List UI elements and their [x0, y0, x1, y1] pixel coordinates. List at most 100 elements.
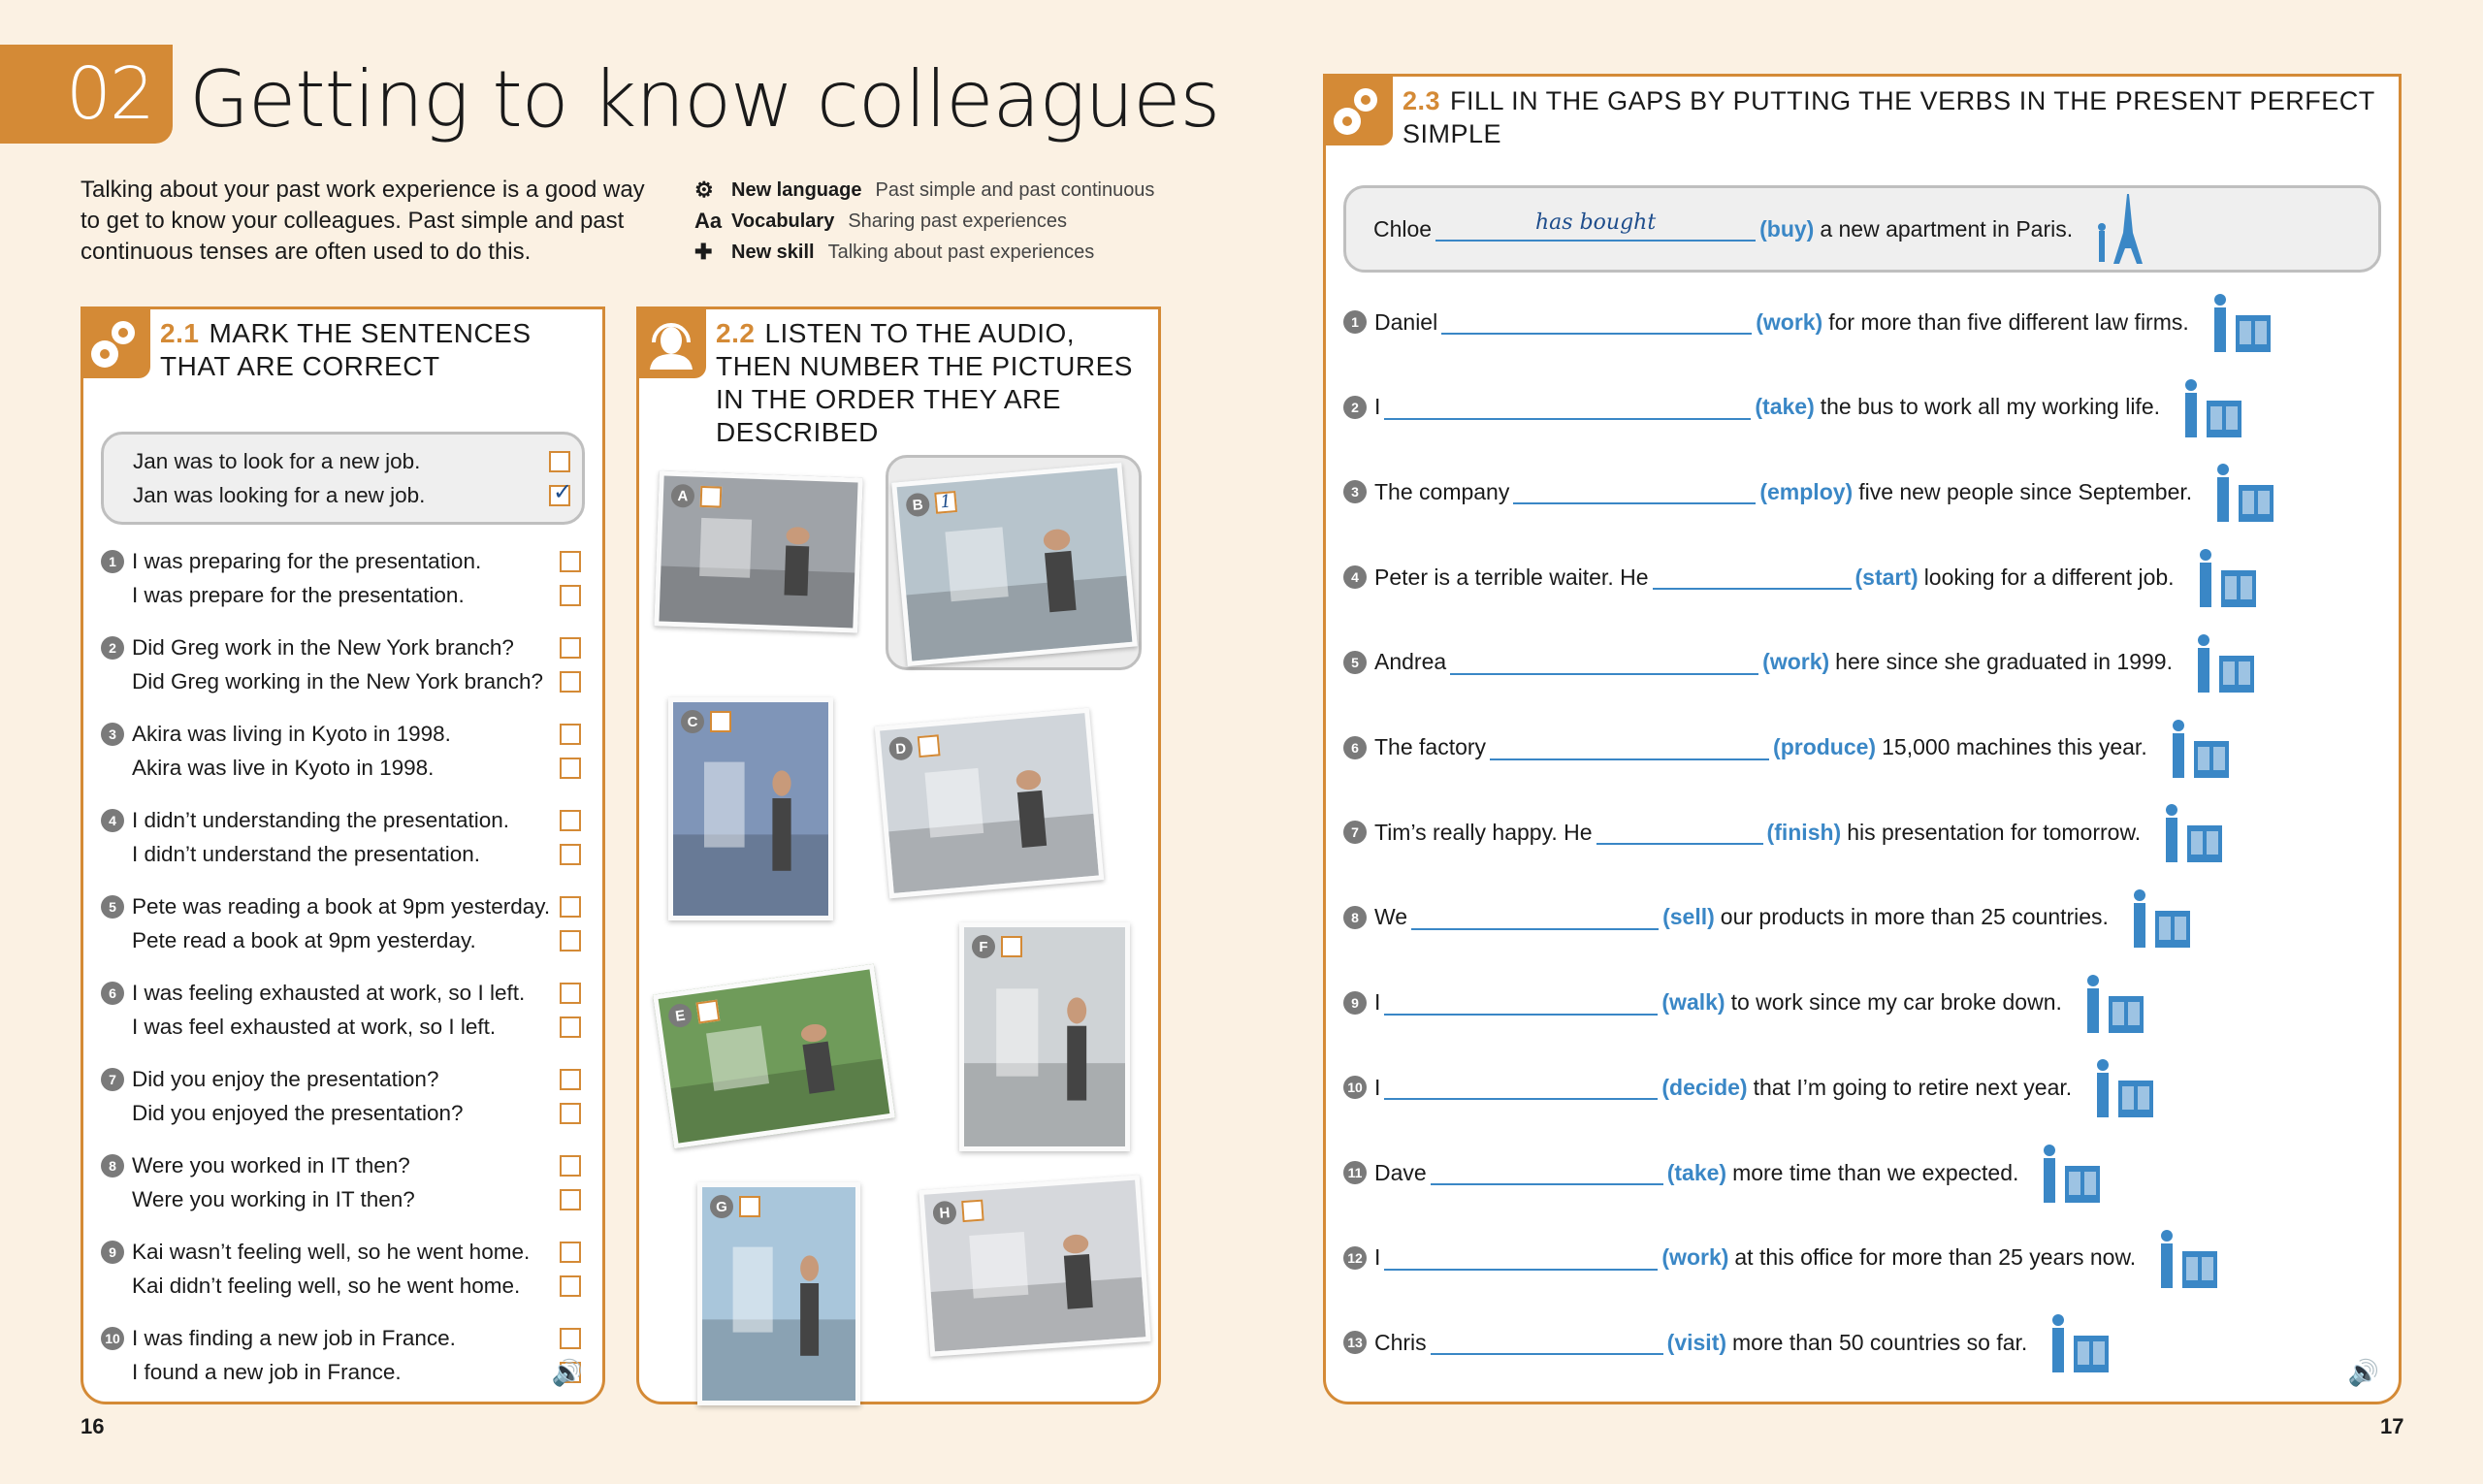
answer-blank[interactable]	[1430, 1160, 1663, 1185]
item-rest: more than 50 countries so far.	[1732, 1329, 2028, 1355]
option-row: 7 Did you enjoy the presentation?	[101, 1062, 581, 1096]
answer-blank[interactable]	[1450, 650, 1759, 675]
question-item: 10 I was finding a new job in France. I f…	[83, 1321, 602, 1389]
scene-illustration	[964, 988, 1125, 1146]
option-a-text: Kai wasn’t feeling well, so he went home…	[132, 1239, 531, 1264]
puzzle-icon: ✚	[694, 240, 713, 264]
checkbox[interactable]	[560, 723, 581, 745]
answer-blank[interactable]	[1652, 565, 1852, 591]
option-b-text: I was prepare for the presentation.	[132, 582, 465, 607]
checkbox[interactable]	[560, 584, 581, 606]
question-number: 8	[101, 1153, 124, 1178]
item-rest: to work since my car broke down.	[1730, 989, 2062, 1016]
checkbox[interactable]	[549, 450, 570, 472]
checkbox[interactable]	[560, 809, 581, 831]
checkbox[interactable]	[560, 929, 581, 952]
exercise-number: 2.2	[716, 318, 756, 348]
scene-illustration	[670, 1023, 890, 1144]
answer-blank[interactable]	[1384, 1075, 1659, 1101]
item-subject: Andrea	[1374, 649, 1447, 675]
picture-order-box[interactable]: 1	[934, 491, 958, 514]
checkbox[interactable]	[560, 982, 581, 1004]
picture-order-box[interactable]	[739, 1196, 760, 1217]
picture-order-box[interactable]	[1001, 936, 1022, 957]
question-list: 1 I was preparing for the presentation. I…	[83, 544, 602, 1389]
answer-blank[interactable]	[1441, 309, 1753, 335]
answer-blank[interactable]	[1596, 820, 1763, 846]
option-a-text: Did Greg work in the New York branch?	[132, 634, 514, 660]
gap-fill-item: 12 I (work) at this office for more than…	[1343, 1226, 2221, 1290]
option-row: 6 I was feeling exhausted at work, so I l…	[101, 976, 581, 1010]
answer-blank[interactable]	[1411, 905, 1660, 930]
picture-order-box[interactable]	[710, 711, 731, 732]
option-a-text: I was feeling exhausted at work, so I le…	[132, 980, 526, 1005]
option-row: 10 I was finding a new job in France.	[101, 1321, 581, 1355]
checkbox[interactable]	[560, 636, 581, 659]
checkbox[interactable]	[560, 1154, 581, 1177]
picture-card: B 1	[891, 462, 1138, 667]
picture-order-box[interactable]	[961, 1199, 984, 1223]
answer-blank[interactable]: has bought	[1435, 210, 1757, 242]
item-number: 5	[1343, 650, 1367, 674]
gap-fill-item: 9 I (walk) to work since my car broke do…	[1343, 971, 2147, 1035]
item-number: 7	[1343, 821, 1367, 845]
gap-fill-item: 5 Andrea (work) here since she graduated…	[1343, 630, 2258, 694]
bus-icon	[2177, 375, 2245, 439]
waiter-icon	[2192, 545, 2260, 609]
question-item: 2 Did Greg work in the New York branch? D…	[83, 630, 602, 698]
option-row: I found a new job in France.	[101, 1355, 581, 1389]
verb-hint: (work)	[1762, 649, 1830, 675]
verb-hint: (start)	[1854, 564, 1919, 590]
gap-fill-item: 1 Daniel (work) for more than five diffe…	[1343, 290, 2274, 354]
hiring-icon	[2209, 460, 2277, 524]
item-number: 9	[1343, 990, 1367, 1015]
option-a-text: I was preparing for the presentation.	[132, 548, 482, 573]
question-item: 7 Did you enjoy the presentation? Did you…	[83, 1062, 602, 1130]
audio-speaker-icon[interactable]: 🔊	[552, 1358, 583, 1388]
exercise-title: FILL IN THE GAPS BY PUTTING THE VERBS IN…	[1403, 86, 2375, 148]
picture-letter: G	[710, 1195, 733, 1218]
answer-blank[interactable]	[1513, 479, 1757, 505]
question-number: 9	[101, 1240, 124, 1264]
scene-illustration	[673, 761, 828, 916]
question-item: 9 Kai wasn’t feeling well, so he went hom…	[83, 1235, 602, 1303]
option-row: 3 Akira was living in Kyoto in 1998.	[101, 717, 581, 751]
option-row: Kai didn’t feeling well, so he went home…	[101, 1269, 581, 1303]
item-subject: The factory	[1374, 734, 1487, 759]
checkbox-checked[interactable]	[549, 478, 572, 506]
page-title: Getting to know colleagues	[189, 54, 1220, 145]
checkbox[interactable]	[560, 1016, 581, 1038]
audio-speaker-icon[interactable]: 🔊	[2348, 1358, 2379, 1388]
picture-card: G	[697, 1182, 860, 1405]
checkbox[interactable]	[560, 1068, 581, 1090]
picture-order-box[interactable]	[917, 734, 941, 758]
checkbox[interactable]	[560, 1102, 581, 1124]
item-subject: Peter is a terrible waiter. He	[1374, 564, 1649, 590]
checkbox[interactable]	[560, 757, 581, 779]
answer-blank[interactable]	[1384, 990, 1659, 1016]
item-rest: at this office for more than 25 years no…	[1734, 1244, 2137, 1271]
question-number: 2	[101, 635, 124, 660]
answer-blank[interactable]	[1430, 1330, 1663, 1356]
question-item: 3 Akira was living in Kyoto in 1998. Akir…	[83, 717, 602, 785]
question-number: 1	[101, 549, 124, 573]
picture-order-box[interactable]	[695, 999, 721, 1024]
option-b-text: Did you enjoyed the presentation?	[132, 1100, 464, 1125]
checkbox[interactable]	[560, 670, 581, 693]
option-row: 9 Kai wasn’t feeling well, so he went hom…	[101, 1235, 581, 1269]
checkbox[interactable]	[560, 1327, 581, 1349]
item-subject: Dave	[1374, 1159, 1427, 1185]
picture-order-box[interactable]	[699, 485, 723, 508]
checkbox[interactable]	[560, 1274, 581, 1297]
answer-blank[interactable]	[1490, 735, 1770, 760]
checkbox[interactable]	[560, 550, 581, 572]
checkbox[interactable]	[560, 1241, 581, 1263]
answer-blank[interactable]	[1384, 1245, 1659, 1271]
option-row: 1 I was preparing for the presentation.	[101, 544, 581, 578]
checkbox[interactable]	[560, 843, 581, 865]
checkbox[interactable]	[560, 895, 581, 918]
unit-number-tab: 02	[0, 45, 173, 144]
answer-blank[interactable]	[1384, 395, 1752, 420]
checkbox[interactable]	[560, 1188, 581, 1210]
option-row: I was feel exhausted at work, so I left.	[101, 1010, 581, 1044]
